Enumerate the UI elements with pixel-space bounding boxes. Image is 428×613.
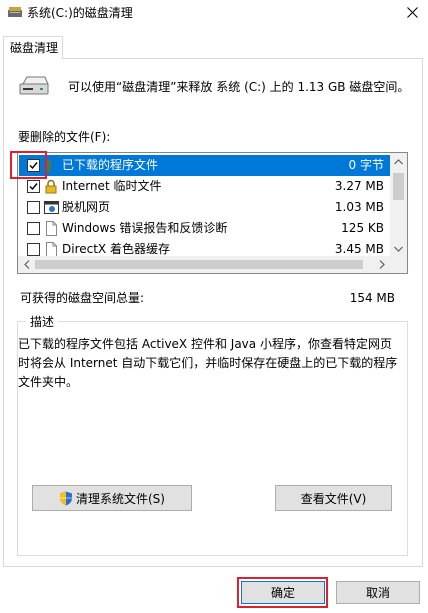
vertical-scroll-thumb[interactable] xyxy=(393,173,404,200)
item-name: 已下载的程序文件 xyxy=(62,158,159,172)
file-list[interactable]: 已下载的程序文件 0 字节 Internet 临时文件 3.27 MB 脱机网页… xyxy=(17,152,408,274)
vertical-scrollbar[interactable] xyxy=(390,153,407,257)
files-to-delete-label: 要删除的文件(F): xyxy=(18,130,111,144)
lock-icon xyxy=(44,179,58,194)
scroll-up-button[interactable] xyxy=(390,153,407,170)
close-button[interactable] xyxy=(396,0,428,24)
scroll-down-button[interactable] xyxy=(390,240,407,257)
scroll-right-button[interactable] xyxy=(373,256,390,273)
item-name: Internet 临时文件 xyxy=(62,179,162,193)
item-name: Windows 错误报告和反馈诊断 xyxy=(62,221,228,235)
document-icon xyxy=(44,221,58,236)
list-item[interactable]: Windows 错误报告和反馈诊断 125 KB xyxy=(19,218,392,239)
clean-system-files-label: 清理系统文件(S) xyxy=(76,491,165,506)
chevron-left-icon xyxy=(23,260,29,269)
list-item[interactable]: 已下载的程序文件 0 字节 xyxy=(19,155,392,176)
tab-panel: 可以使用“磁盘清理”来释放 系统 (C:) 上的 1.13 GB 磁盘空间。 要… xyxy=(3,58,423,567)
item-size: 125 KB xyxy=(341,221,384,235)
ok-highlight-box xyxy=(237,577,328,608)
item-size: 3.45 MB xyxy=(334,242,384,256)
item-size: 1.03 MB xyxy=(334,200,384,214)
description-text: 已下载的程序文件包括 ActiveX 控件和 Java 小程序，你查看特定网页时… xyxy=(18,337,398,389)
window-title: 系统(C:)的磁盘清理 xyxy=(27,6,133,20)
checkbox[interactable] xyxy=(27,180,40,193)
item-size: 3.27 MB xyxy=(334,179,384,193)
cancel-label: 取消 xyxy=(365,586,390,600)
checkbox[interactable] xyxy=(27,201,40,214)
list-item[interactable]: Internet 临时文件 3.27 MB xyxy=(19,176,392,197)
description-legend: 描述 xyxy=(26,314,59,330)
checkbox[interactable] xyxy=(27,243,40,256)
cancel-button[interactable]: 取消 xyxy=(336,581,420,604)
tab-strip: 磁盘清理 xyxy=(0,36,428,60)
offline-webpage-icon xyxy=(44,200,59,215)
item-name: 脱机网页 xyxy=(62,200,111,214)
view-files-button[interactable]: 查看文件(V) xyxy=(275,485,392,511)
total-space-label: 可获得的磁盘空间总量: xyxy=(20,291,145,305)
clean-system-files-button[interactable]: 清理系统文件(S) xyxy=(32,485,192,511)
item-size: 0 字节 xyxy=(348,158,384,172)
close-icon[interactable] xyxy=(406,6,418,18)
chevron-right-icon xyxy=(379,260,385,269)
disk-cleanup-app-icon xyxy=(8,7,22,19)
tab-label: 磁盘清理 xyxy=(10,41,59,55)
item-name: DirectX 着色器缓存 xyxy=(62,242,170,256)
uac-shield-icon xyxy=(60,491,72,505)
intro-text: 可以使用“磁盘清理”来释放 系统 (C:) 上的 1.13 GB 磁盘空间。 xyxy=(68,80,410,94)
chevron-down-icon xyxy=(394,246,403,252)
horizontal-scroll-thumb[interactable] xyxy=(35,260,363,269)
chevron-up-icon xyxy=(394,158,403,164)
total-space-value: 154 MB xyxy=(349,291,395,305)
scroll-left-button[interactable] xyxy=(18,256,35,273)
view-files-label: 查看文件(V) xyxy=(300,491,367,506)
check-icon xyxy=(29,183,38,191)
document-icon xyxy=(44,242,58,257)
checkbox[interactable] xyxy=(27,222,40,235)
title-bar: 系统(C:)的磁盘清理 xyxy=(0,0,428,28)
horizontal-scrollbar[interactable] xyxy=(18,256,407,273)
list-item[interactable]: 脱机网页 1.03 MB xyxy=(19,197,392,218)
drive-icon xyxy=(19,74,49,98)
tab-disk-cleanup[interactable]: 磁盘清理 xyxy=(3,36,63,59)
scrollbar-corner xyxy=(390,256,407,273)
checkbox-highlight-box xyxy=(10,151,47,179)
